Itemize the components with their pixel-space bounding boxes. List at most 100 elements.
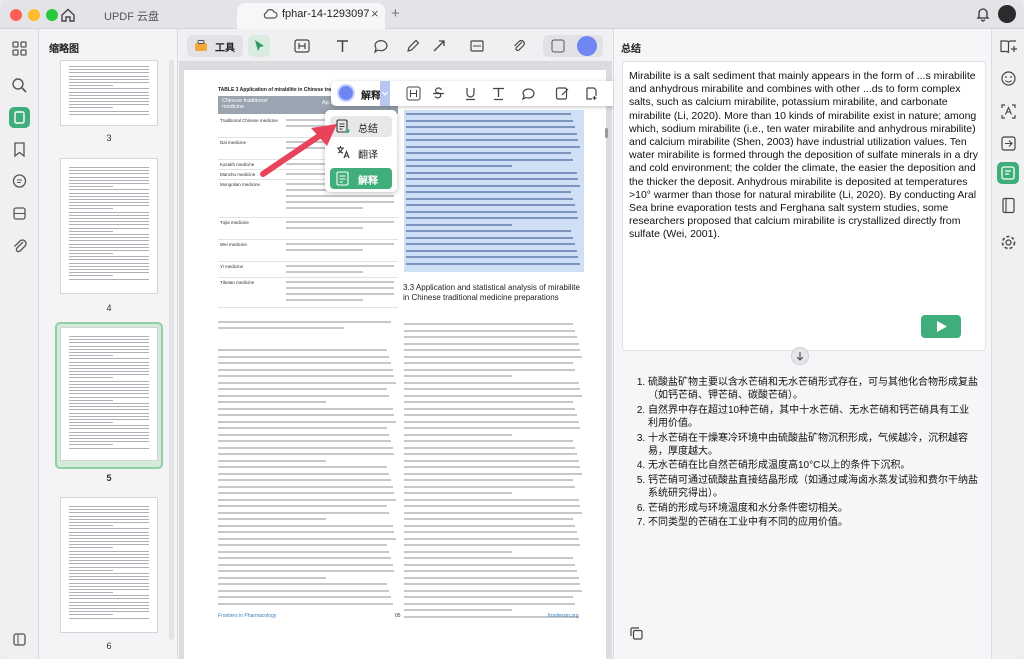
zoom-window-button[interactable]: [46, 9, 58, 21]
text-tool-icon[interactable]: [335, 39, 351, 53]
table-cell: Mongolian medicine: [220, 182, 261, 187]
settings-sidebar-icon[interactable]: [9, 629, 30, 650]
thumbnail-page-number: 3: [106, 133, 112, 143]
title-bar: UPDF 云盘 fphar-14-1293097 × +: [0, 0, 1024, 29]
tools-label: 工具: [215, 43, 235, 54]
main-toolbar: 工具: [179, 29, 612, 62]
summary-result-item: 无水芒硝在比自然芒硝形成温度高10°C以上的条件下沉积。: [648, 459, 978, 472]
thumbnail-panel: 缩略图 3 4 5 6: [40, 29, 178, 659]
footer-website: frontiersin.org: [548, 613, 579, 619]
thumbnails-icon[interactable]: [9, 107, 30, 128]
strikethrough-icon[interactable]: [431, 86, 446, 101]
avatar[interactable]: [998, 5, 1016, 23]
select-tool-icon[interactable]: [248, 35, 270, 57]
right-tool-rail: [991, 29, 1024, 659]
bookmark-icon[interactable]: [9, 139, 30, 160]
summary-result-item: 不同类型的芒硝在工业中有不同的应用价值。: [648, 516, 978, 529]
comment-icon[interactable]: [521, 86, 536, 101]
footer-page-number: 05: [395, 613, 401, 619]
summary-result-item: 芒硝的形成与环境温度和水分条件密切相关。: [648, 502, 978, 515]
table-cell: Tujia medicine: [220, 220, 249, 225]
comment-tool-icon[interactable]: [373, 38, 389, 54]
page-scrollbar[interactable]: [605, 128, 608, 138]
body-text-right: [404, 323, 584, 622]
emoji-icon[interactable]: [998, 68, 1019, 89]
table-cell: Tibetan medicine: [220, 280, 255, 285]
table-row: Wei medicine: [218, 240, 398, 262]
app-window: UPDF 云盘 fphar-14-1293097 × + 缩略图 3 4 5 6…: [0, 0, 1024, 659]
menu-item-label: 总结: [358, 124, 378, 135]
stamp-tool-icon[interactable]: [469, 38, 485, 54]
chevron-down-icon[interactable]: [380, 81, 390, 106]
copy-result-icon[interactable]: [629, 626, 644, 641]
text-tool-icon[interactable]: [491, 86, 506, 101]
layers-icon[interactable]: [9, 203, 30, 224]
section-heading: 3.3 Application and statistical analysis…: [403, 283, 580, 302]
table-header-cell: Chinese traditional medicine: [222, 98, 268, 110]
summary-result-item: 钙芒硝可通过硫酸盐直接结晶形成（如通过咸海卤水蒸发试验和费尔干纳盐系统研究得出）…: [648, 474, 978, 501]
table-row: Tibetan medicine: [218, 278, 398, 308]
selected-text[interactable]: [406, 113, 582, 269]
attach-tool-icon[interactable]: [511, 38, 527, 54]
underline-icon[interactable]: [463, 86, 478, 101]
book-add-icon[interactable]: [998, 36, 1019, 57]
ocr-icon[interactable]: [998, 101, 1019, 122]
notification-bell-icon[interactable]: [976, 6, 990, 22]
menu-item-label: 翻译: [358, 150, 378, 161]
footer-journal: Frontiers in Pharmacology: [218, 613, 277, 619]
minimize-window-button[interactable]: [28, 9, 40, 21]
cloud-icon: [262, 8, 278, 20]
reader-icon[interactable]: [998, 195, 1019, 216]
thumbnail-page-number: 4: [106, 303, 112, 313]
close-window-button[interactable]: [10, 9, 22, 21]
thumbnail-page-5[interactable]: [60, 327, 158, 461]
ai-summary-tab-icon[interactable]: [997, 162, 1019, 184]
table-row: Tujia medicine: [218, 218, 398, 240]
summary-result-item: 硫酸盐矿物主要以含水芒硝和无水芒硝形式存在，可与其他化合物形成复盐（如钙芒硝、钾…: [648, 376, 978, 403]
ai-tools-group: [543, 35, 603, 57]
comment-list-icon[interactable]: [9, 171, 30, 192]
send-button[interactable]: [921, 315, 961, 338]
scroll-down-icon[interactable]: [791, 347, 809, 365]
thumbnail-page-number: 5: [106, 473, 112, 483]
summary-result-item: 十水芒硝在干燥寒冷环境中由硫酸盐矿物沉积形成，气候越冷，沉积越容易，厚度越大。: [648, 432, 978, 459]
thumbnail-page-6[interactable]: [60, 497, 158, 633]
text-box-icon[interactable]: [406, 86, 421, 101]
thumbnail-scrollbar[interactable]: [169, 60, 174, 640]
settings-icon[interactable]: [998, 232, 1019, 253]
ai-assistant-icon[interactable]: [337, 84, 355, 102]
save-icon[interactable]: [551, 39, 565, 53]
thumbnail-page-3[interactable]: [60, 60, 158, 126]
table-row: Yi medicine: [218, 262, 398, 278]
note-edit-icon[interactable]: [555, 86, 570, 101]
summary-source-text[interactable]: Mirabilite is a salt sediment that mainl…: [629, 70, 984, 242]
pointer-arrow-annotation: [260, 124, 337, 177]
table-cell: Wei medicine: [220, 242, 247, 247]
summary-result: 硫酸盐矿物主要以含水芒硝和无水芒硝形式存在，可与其他化合物形成复盐（如钙芒硝、钾…: [628, 376, 978, 530]
pen-tool-icon[interactable]: [405, 38, 421, 54]
close-tab-icon[interactable]: ×: [371, 6, 379, 21]
menu-item-label: 解释: [358, 176, 378, 187]
tab-cloud[interactable]: UPDF 云盘: [104, 8, 159, 24]
convert-icon[interactable]: [998, 133, 1019, 154]
tools-button[interactable]: 工具: [187, 35, 243, 57]
table-cell: Yi medicine: [220, 264, 244, 269]
search-icon[interactable]: [9, 75, 30, 96]
toolbox-icon: [194, 39, 208, 52]
ai-assistant-icon[interactable]: [577, 36, 597, 56]
thumbnail-page-number: 6: [106, 641, 112, 651]
attachment-icon[interactable]: [9, 235, 30, 256]
panel-title: 总结: [621, 44, 641, 55]
home-icon[interactable]: [60, 7, 76, 23]
arrow-tool-icon[interactable]: [431, 38, 447, 54]
table-note: [218, 321, 398, 333]
grid-view-icon[interactable]: [9, 38, 30, 59]
explain-dropdown-label[interactable]: 解释: [361, 87, 381, 102]
add-note-icon[interactable]: [584, 86, 599, 101]
body-text-left: [218, 349, 398, 609]
tab-document[interactable]: fphar-14-1293097 ×: [237, 3, 385, 29]
new-tab-button[interactable]: +: [391, 5, 400, 22]
text-box-tool-icon[interactable]: [294, 39, 310, 53]
thumbnail-page-4[interactable]: [60, 158, 158, 294]
summary-result-item: 自然界中存在超过10种芒硝，其中十水芒硝、无水芒硝和钙芒硝具有工业利用价值。: [648, 404, 978, 431]
